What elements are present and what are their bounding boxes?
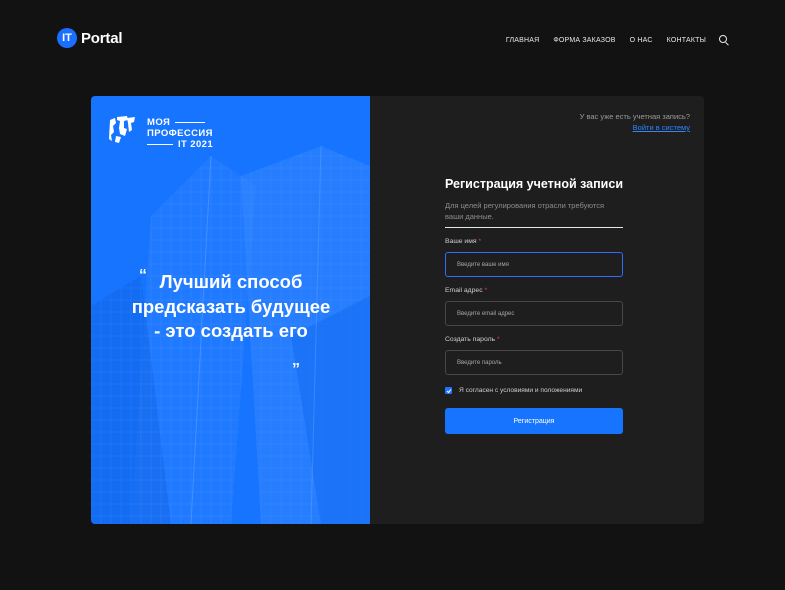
password-label: Создать пароль * — [445, 336, 500, 343]
have-account-text: У вас уже есть учетная запись? — [579, 112, 690, 121]
logo-text: Portal — [81, 29, 123, 47]
check-icon — [446, 388, 451, 393]
login-link[interactable]: Войти в систему — [580, 122, 690, 133]
brand-line-2: ПРОФЕССИЯ — [147, 128, 213, 139]
search-icon[interactable] — [719, 35, 729, 46]
quote-close-mark: ” — [292, 361, 300, 378]
brand-line-1: МОЯ — [147, 117, 171, 128]
name-input[interactable]: Введите ваше имя — [445, 252, 623, 277]
nav-order-form[interactable]: ФОРМА ЗАКАЗОВ — [553, 37, 615, 44]
login-prompt: У вас уже есть учетная запись? Войти в с… — [580, 111, 690, 133]
register-button[interactable]: Регистрация — [445, 408, 623, 434]
terms-checkbox[interactable] — [445, 387, 452, 394]
registration-form: Регистрация учетной записи Для целей рег… — [445, 177, 623, 434]
promo-brand: МОЯ ПРОФЕССИЯ IT 2021 — [107, 114, 213, 150]
name-label: Ваше имя * — [445, 238, 482, 245]
form-subtitle: Для целей регулирования отрасли требуютс… — [445, 200, 623, 228]
form-panel: У вас уже есть учетная запись? Войти в с… — [370, 96, 704, 524]
nav-about[interactable]: О НАС — [630, 37, 653, 44]
site-logo[interactable]: IT Portal — [57, 28, 123, 48]
nav-home[interactable]: ГЛАВНАЯ — [506, 37, 540, 44]
email-label: Email адрес * — [445, 287, 488, 294]
logo-badge: IT — [57, 28, 77, 48]
registration-card: МОЯ ПРОФЕССИЯ IT 2021 “ Лучший способ пр… — [91, 96, 704, 524]
password-input[interactable]: Введите пароль — [445, 350, 623, 375]
it-profession-logo-icon — [109, 116, 135, 143]
form-title: Регистрация учетной записи — [445, 177, 623, 191]
promo-panel: МОЯ ПРОФЕССИЯ IT 2021 “ Лучший способ пр… — [91, 96, 370, 524]
brand-line-3: IT 2021 — [178, 139, 214, 150]
terms-label[interactable]: Я согласен с условиями и положениями — [459, 387, 582, 394]
email-input[interactable]: Введите email адрес — [445, 301, 623, 326]
promo-quote: Лучший способ предсказать будущее - это … — [131, 271, 331, 341]
main-nav: ГЛАВНАЯ ФОРМА ЗАКАЗОВ О НАС КОНТАКТЫ — [492, 35, 729, 46]
nav-contacts[interactable]: КОНТАКТЫ — [667, 37, 706, 44]
terms-row: Я согласен с условиями и положениями — [445, 387, 623, 394]
